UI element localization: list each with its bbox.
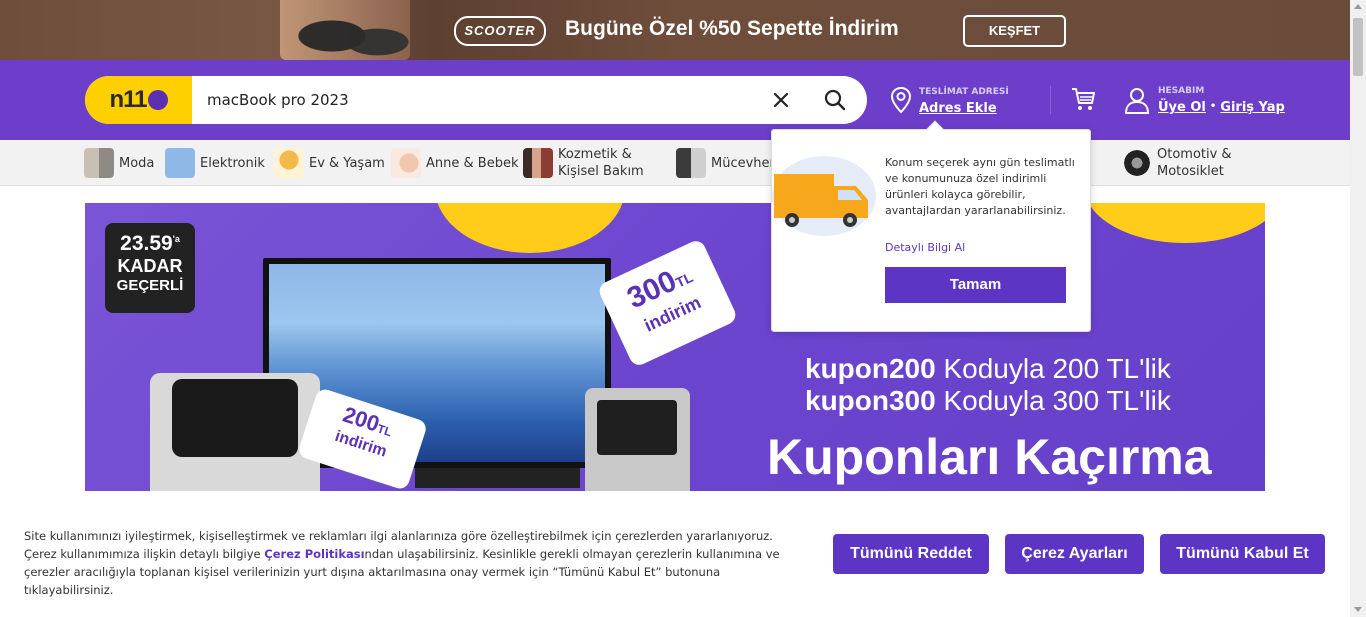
coffee-machine-image [585, 388, 690, 491]
account-label: HESABIM [1158, 86, 1205, 96]
more-info-link[interactable]: Detaylı Bilgi Al [885, 241, 965, 254]
category-elektronik[interactable]: Elektronik [165, 140, 265, 186]
category-otomotiv-image [1122, 148, 1152, 178]
accept-all-button[interactable]: Tümünü Kabul Et [1160, 534, 1325, 574]
login-link[interactable]: Giriş Yap [1220, 100, 1285, 115]
category-mucevher-image [676, 148, 706, 178]
category-anne-bebek[interactable]: Anne & Bebek [391, 140, 518, 186]
category-label: Otomotiv & Motosiklet [1157, 146, 1232, 180]
promo-image [280, 0, 410, 60]
promo-cta-button[interactable]: KEŞFET [963, 15, 1066, 47]
category-kozmetik-image [523, 148, 553, 178]
add-address-link[interactable]: Adres Ekle [919, 101, 997, 116]
search-icon[interactable] [823, 88, 847, 112]
air-fryer-image [150, 373, 320, 491]
coupon-code-1: kupon200 [805, 353, 936, 384]
promo-brand-logo: SCOOTER [454, 16, 546, 46]
category-kozmetik[interactable]: Kozmetik & Kişisel Bakım [523, 140, 644, 186]
discount-tag-300: 300TL indirim [596, 237, 739, 369]
category-mucevher[interactable]: Mücevher [676, 140, 775, 186]
coupon-line-1: kupon200 Koduyla 200 TL'lik [805, 353, 1171, 385]
timer-time: 23.59 [120, 232, 173, 255]
coupon-code-2: kupon300 [805, 385, 936, 416]
timer-suffix: 'a [172, 234, 180, 244]
category-label: Anne & Bebek [426, 155, 519, 171]
category-moda[interactable]: Moda [84, 140, 154, 186]
hero-headline: Kuponları Kaçırma [767, 429, 1212, 485]
ok-button[interactable]: Tamam [885, 267, 1066, 303]
category-ev-yasam[interactable]: Ev & Yaşam [274, 140, 385, 186]
cookie-text: Site kullanımınızı iyileştirmek, kişisel… [24, 527, 794, 599]
account-menu: HESABIM Üye Ol • Giriş Yap [1124, 84, 1294, 124]
category-moda-image [84, 148, 114, 178]
address-label: TESLİMAT ADRESİ [919, 87, 1009, 97]
cookie-consent-bar: Site kullanımınızı iyileştirmek, kişisel… [0, 506, 1350, 617]
account-links: Üye Ol • Giriş Yap [1158, 100, 1285, 115]
category-label-line1: Kozmetik & [558, 147, 632, 162]
category-elektronik-image [165, 148, 195, 178]
cookie-settings-button[interactable]: Çerez Ayarları [1005, 534, 1144, 574]
logo-text: n11 [109, 86, 147, 113]
signup-link[interactable]: Üye Ol [1158, 100, 1206, 115]
scroll-down-arrow-icon[interactable] [1354, 607, 1362, 612]
user-icon[interactable] [1124, 86, 1150, 114]
category-label-line2: Motosiklet [1157, 164, 1224, 179]
site-header: n11 TESLİMAT ADRESİ Adres Ekle HESABIM [0, 60, 1350, 140]
separator-dot: • [1209, 101, 1217, 112]
decorative-blob [1085, 203, 1265, 243]
popover-text: Konum seçerek aynı gün teslimatlı ve kon… [885, 156, 1075, 217]
tag200-unit: TL [375, 421, 394, 440]
scrollbar-thumb[interactable] [1353, 18, 1363, 76]
category-ev-yasam-image [274, 148, 304, 178]
page-scrollbar[interactable] [1350, 0, 1366, 617]
timer-line2: KADAR [117, 256, 183, 276]
cart-icon[interactable] [1070, 86, 1096, 112]
cookie-policy-link[interactable]: Çerez Politikası [264, 547, 364, 561]
category-label-line2: Kişisel Bakım [558, 164, 644, 179]
location-popover: Konum seçerek aynı gün teslimatlı ve kon… [771, 120, 1091, 332]
site-logo[interactable]: n11 [85, 76, 192, 124]
promo-message: Bugüne Özel %50 Sepette İndirim [565, 17, 899, 40]
category-label: Mücevher [711, 155, 775, 171]
delivery-truck-icon [772, 156, 876, 236]
offer-timer-badge: 23.59'a KADAR GEÇERLİ [105, 223, 195, 313]
coupon-text-1: Koduyla 200 TL'lik [935, 353, 1171, 384]
promo-banner[interactable]: SCOOTER Bugüne Özel %50 Sepette İndirim … [0, 0, 1350, 60]
search-input[interactable] [207, 76, 767, 124]
tv-stand [415, 468, 580, 488]
logo-ladybug-icon [147, 90, 168, 110]
location-pin-icon [890, 86, 912, 114]
search-bar: n11 [85, 76, 867, 124]
reject-all-button[interactable]: Tümünü Reddet [833, 534, 989, 574]
category-nav: Moda Elektronik Ev & Yaşam Anne & Bebek … [0, 140, 1350, 186]
clear-search-icon[interactable] [771, 90, 791, 110]
category-otomotiv[interactable]: Otomotiv & Motosiklet [1122, 140, 1232, 186]
category-label: Moda [119, 155, 155, 171]
header-divider [1050, 86, 1051, 114]
timer-line3: GEÇERLİ [116, 277, 184, 294]
category-label: Kozmetik & Kişisel Bakım [558, 146, 644, 180]
delivery-address[interactable]: TESLİMAT ADRESİ Adres Ekle [890, 82, 1030, 122]
coupon-line-2: kupon300 Koduyla 300 TL'lik [805, 385, 1171, 417]
category-anne-bebek-image [391, 148, 421, 178]
category-label: Elektronik [200, 155, 265, 171]
scroll-up-arrow-icon[interactable] [1354, 4, 1362, 9]
coupon-text-2: Koduyla 300 TL'lik [935, 385, 1171, 416]
category-label: Ev & Yaşam [309, 155, 385, 171]
decorative-blob [435, 203, 625, 253]
category-label-line1: Otomotiv & [1157, 147, 1232, 162]
